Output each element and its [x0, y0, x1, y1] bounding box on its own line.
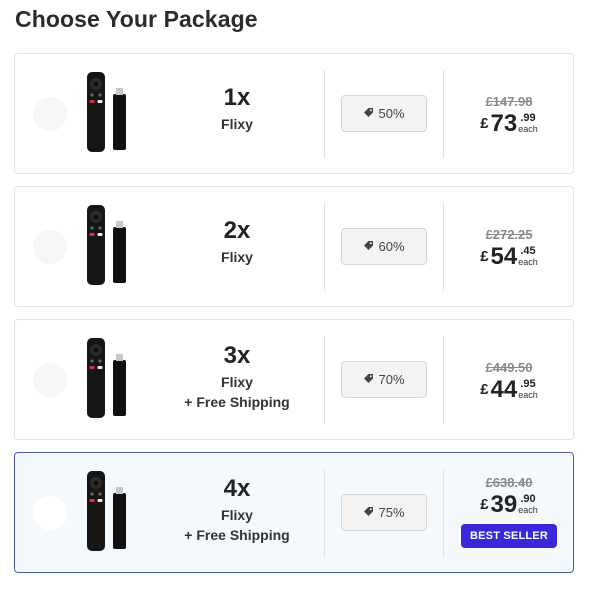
price-cents: .99 [520, 112, 536, 124]
product-name: Flixy [221, 249, 253, 265]
current-price: £ 39 .90 each [480, 492, 538, 518]
price-main: 44 [490, 376, 518, 403]
current-price: £ 44 .95 each [480, 377, 538, 403]
quantity-block: 4x Flixy + Free Shipping [157, 475, 317, 545]
currency-symbol: £ [480, 496, 489, 513]
divider [443, 336, 444, 424]
divider [324, 203, 325, 291]
quantity-label: 2x [223, 217, 251, 244]
price-cents: .95 [520, 378, 536, 390]
price-block: £449.50 £ 44 .95 each [445, 360, 573, 403]
current-price: £ 73 .99 each [480, 111, 538, 137]
radio-button[interactable] [33, 97, 67, 131]
product-image [87, 205, 126, 285]
currency-symbol: £ [480, 115, 489, 132]
current-price: £ 54 .45 each [480, 244, 538, 270]
shipping-note: + Free Shipping [184, 394, 290, 410]
discount-value: 60% [378, 239, 405, 254]
price-block: £147.98 £ 73 .99 each [445, 94, 573, 137]
quantity-block: 1x Flixy [157, 84, 317, 134]
price-unit: each [518, 505, 538, 515]
package-option-4[interactable]: 4x Flixy + Free Shipping 75% £638.40 £ 3… [14, 452, 574, 573]
old-price: £147.98 [485, 94, 533, 109]
package-option-2[interactable]: 2x Flixy 60% £272.25 £ 54 .45 each [14, 186, 574, 307]
divider [443, 469, 444, 557]
price-cents: .45 [520, 245, 536, 257]
quantity-label: 4x [223, 475, 251, 502]
discount-value: 75% [378, 505, 405, 520]
old-price: £638.40 [485, 475, 533, 490]
discount-badge: 70% [341, 361, 427, 398]
price-main: 39 [490, 491, 518, 518]
price-main: 73 [490, 110, 518, 137]
tag-icon [363, 239, 374, 254]
divider [324, 336, 325, 424]
currency-symbol: £ [480, 248, 489, 265]
currency-symbol: £ [480, 381, 489, 398]
product-name: Flixy [221, 116, 253, 132]
radio-button[interactable] [33, 230, 67, 264]
tag-icon [363, 372, 374, 387]
package-option-3[interactable]: 3x Flixy + Free Shipping 70% £449.50 £ 4… [14, 319, 574, 440]
quantity-label: 1x [223, 84, 251, 111]
old-price: £272.25 [485, 227, 533, 242]
quantity-block: 2x Flixy [157, 217, 317, 267]
price-cents: .90 [520, 493, 536, 505]
price-block: £272.25 £ 54 .45 each [445, 227, 573, 270]
divider [443, 70, 444, 158]
shipping-note: + Free Shipping [184, 527, 290, 543]
radio-button[interactable] [33, 363, 67, 397]
price-block: £638.40 £ 39 .90 each BEST SELLER [445, 475, 573, 548]
product-image [87, 471, 126, 551]
discount-value: 70% [378, 372, 405, 387]
product-image [87, 72, 126, 152]
price-main: 54 [490, 243, 518, 270]
best-seller-badge: BEST SELLER [461, 524, 557, 548]
divider [443, 203, 444, 291]
discount-badge: 60% [341, 228, 427, 265]
product-name: Flixy [221, 374, 253, 390]
product-name: Flixy [221, 507, 253, 523]
page-title: Choose Your Package [15, 6, 258, 32]
package-option-1[interactable]: 1x Flixy 50% £147.98 £ 73 .99 each [14, 53, 574, 174]
quantity-block: 3x Flixy + Free Shipping [157, 342, 317, 412]
quantity-label: 3x [223, 342, 251, 369]
price-unit: each [518, 257, 538, 267]
price-unit: each [518, 124, 538, 134]
discount-value: 50% [378, 106, 405, 121]
old-price: £449.50 [485, 360, 533, 375]
discount-badge: 50% [341, 95, 427, 132]
tag-icon [363, 505, 374, 520]
price-unit: each [518, 390, 538, 400]
divider [324, 469, 325, 557]
radio-button[interactable] [33, 496, 67, 530]
discount-badge: 75% [341, 494, 427, 531]
divider [324, 70, 325, 158]
tag-icon [363, 106, 374, 121]
product-image [87, 338, 126, 418]
